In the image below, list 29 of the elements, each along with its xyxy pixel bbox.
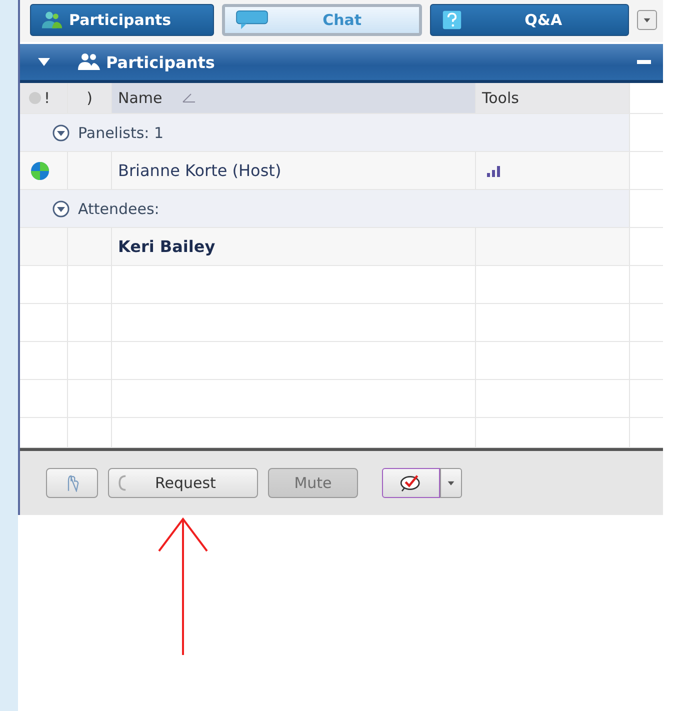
panel-title: Participants (106, 52, 215, 72)
hand-icon (65, 474, 79, 492)
group-label: Panelists: 1 (78, 124, 164, 142)
column-header: Tools (482, 89, 519, 107)
participant-row[interactable]: Brianne Korte (Host) (20, 152, 630, 189)
group-label: Attendees: (78, 200, 160, 218)
column-header: ) (86, 89, 92, 107)
collapse-arrow-icon[interactable] (38, 57, 50, 67)
tab[interactable]: Participants (30, 4, 214, 36)
expand-toggle-icon[interactable] (52, 200, 70, 218)
status-icon (28, 91, 42, 105)
sort-icon (182, 93, 196, 103)
expand-toggle-icon[interactable] (52, 124, 70, 142)
tab[interactable]: Q&A (430, 4, 630, 36)
participant-name[interactable]: Brianne Korte (Host) (118, 161, 282, 180)
column-header: ! (44, 89, 50, 107)
raise-hand-button[interactable] (46, 468, 98, 498)
request-button[interactable]: Request (108, 468, 258, 498)
feedback-button[interactable] (382, 468, 440, 498)
speech-bubble-icon (235, 10, 270, 30)
dropdown-button[interactable] (637, 10, 657, 30)
people-icon (78, 53, 100, 71)
caret-icon (643, 16, 652, 24)
participant-row[interactable]: Keri Bailey (20, 228, 630, 265)
caret-icon (447, 479, 455, 487)
people-icon (41, 10, 63, 30)
column-header[interactable]: Name (118, 89, 162, 107)
question-icon (440, 10, 463, 30)
participant-name[interactable]: Keri Bailey (118, 237, 216, 256)
